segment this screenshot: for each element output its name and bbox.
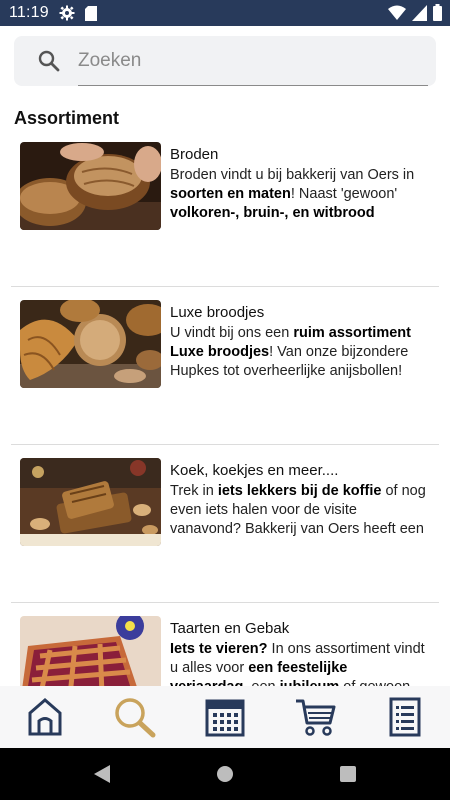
nav-cart-button[interactable]: [285, 692, 345, 742]
desc-text: of gewoon: [339, 679, 410, 686]
search-icon: [115, 698, 156, 738]
system-navigation-bar: [0, 748, 450, 800]
desc-bold-text: jubileum: [280, 679, 340, 686]
section-title: Assortiment: [14, 108, 120, 128]
search-icon: [38, 50, 60, 77]
item-title: Koek, koekjes en meer....: [170, 462, 339, 479]
home-icon: [28, 698, 62, 736]
item-description: Trek in iets lekkers bij de koffie of no…: [170, 482, 426, 539]
bottom-navigation: [0, 686, 450, 748]
desc-text: U vindt bij ons een: [170, 325, 294, 341]
calendar-icon: [205, 699, 245, 737]
desc-bold-text: soorten en maten: [170, 186, 291, 202]
broden-image: [20, 142, 161, 230]
wifi-icon: [388, 5, 406, 26]
recents-square-icon: [340, 766, 357, 782]
nav-calendar-button[interactable]: [195, 692, 255, 742]
desc-text: ! Naast 'gewoon': [290, 186, 398, 202]
signal-icon: [412, 4, 427, 26]
cart-icon: [296, 699, 336, 736]
desc-text: Trek in: [170, 483, 218, 499]
desc-bold-text: volkoren-, bruin-, en witbrood: [170, 205, 375, 221]
nav-home-button[interactable]: [15, 692, 75, 742]
search-input[interactable]: [78, 46, 428, 76]
item-title: Taarten en Gebak: [170, 620, 290, 637]
nav-list-button[interactable]: [375, 692, 435, 742]
luxe-broodjes-image: [20, 300, 161, 388]
item-description: Iets te vieren? In ons assortiment vindt…: [170, 640, 426, 686]
divider: [11, 602, 439, 603]
settings-gear-icon: [59, 5, 75, 21]
list-item-taarten[interactable]: Taarten en Gebak Iets te vieren? In ons …: [0, 614, 450, 686]
koek-image: [20, 458, 161, 546]
divider: [11, 286, 439, 287]
item-description: Broden vindt u bij bakkerij van Oers in …: [170, 166, 426, 223]
taarten-image: [20, 616, 161, 686]
sd-card-icon: [84, 5, 97, 21]
back-button[interactable]: [82, 754, 122, 794]
home-circle-icon: [216, 766, 233, 782]
battery-icon: [433, 4, 442, 26]
desc-text: Broden vindt u bij bakkerij van Oers in: [170, 167, 415, 183]
status-bar: 11:19: [0, 0, 450, 26]
list-item-luxe-broodjes[interactable]: Luxe broodjes U vindt bij ons een ruim a…: [0, 298, 450, 456]
desc-text: , een: [243, 679, 279, 686]
list-icon: [389, 697, 421, 737]
recents-button[interactable]: [328, 754, 368, 794]
nav-search-button[interactable]: [105, 692, 165, 742]
list-item-koek[interactable]: Koek, koekjes en meer.... Trek in iets l…: [0, 456, 450, 614]
search-bar[interactable]: [14, 36, 436, 86]
item-description: U vindt bij ons een ruim assortiment Lux…: [170, 324, 426, 381]
divider: [11, 444, 439, 445]
status-time: 11:19: [9, 4, 49, 21]
product-list[interactable]: Broden Broden vindt u bij bakkerij van O…: [0, 140, 450, 686]
search-underline: [78, 85, 428, 86]
back-triangle-icon: [93, 765, 110, 783]
list-item-broden[interactable]: Broden Broden vindt u bij bakkerij van O…: [0, 140, 450, 298]
item-title: Broden: [170, 146, 219, 163]
home-system-button[interactable]: [205, 754, 245, 794]
desc-bold-text: Iets te vieren?: [170, 641, 268, 657]
item-title: Luxe broodjes: [170, 304, 265, 321]
desc-bold-text: iets lekkers bij de koffie: [217, 483, 382, 499]
